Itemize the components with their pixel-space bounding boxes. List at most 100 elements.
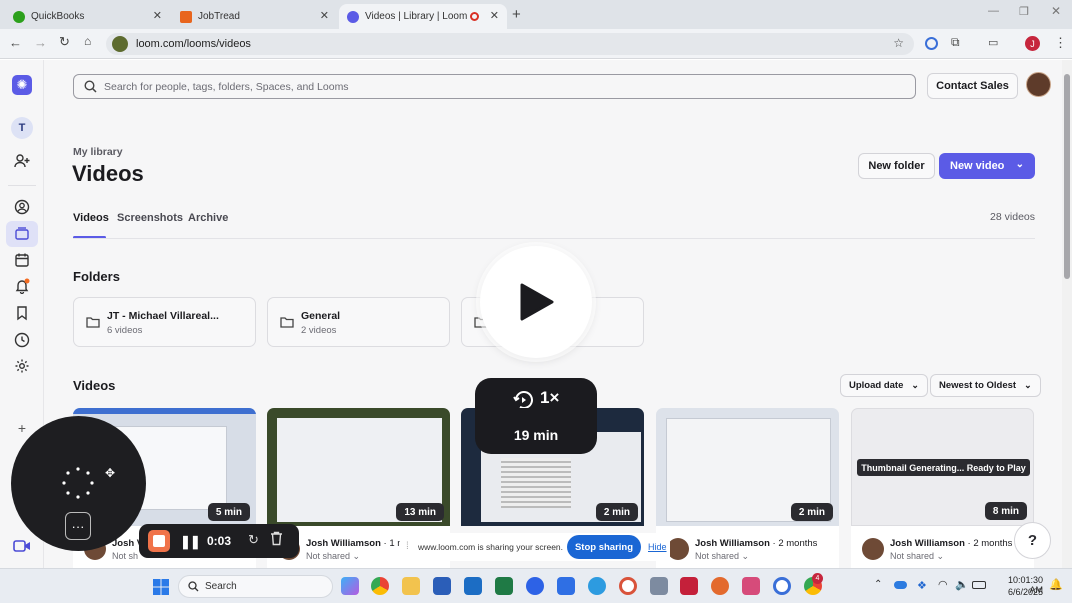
restart-icon[interactable]: ↻ [248,532,259,548]
address-bar[interactable]: loom.com/looms/videos ☆ [106,33,914,55]
zoom-icon[interactable] [526,577,544,595]
volume-icon[interactable]: 🔈 [955,578,969,591]
video-thumbnail[interactable]: Thumbnail Generating... Ready to Play 8 … [851,408,1034,526]
camera-bubble[interactable]: ✥ ··· [11,416,146,551]
minimize-icon[interactable]: — [988,5,999,17]
excel-icon[interactable] [495,577,513,595]
word-icon[interactable] [433,577,451,595]
video-card[interactable]: 2 min Josh Williamson · 2 months Not sha… [656,408,839,568]
workspace-avatar[interactable]: T [11,117,33,139]
new-tab-icon[interactable]: + [512,6,521,23]
help-button[interactable]: ? [1014,522,1051,559]
share-status[interactable]: Not sh [112,551,138,561]
tab-quickbooks[interactable]: QuickBooks ✕ [5,4,170,29]
battery-icon[interactable] [972,581,986,589]
wifi-icon[interactable]: ◠ [938,578,948,591]
video-thumbnail[interactable]: 13 min [267,408,450,526]
share-status[interactable]: Not shared ⌄ [695,551,749,562]
tab-screenshots[interactable]: Screenshots [117,212,183,224]
tray-chevron-icon[interactable]: ⌃ [874,579,882,590]
chrome-icon[interactable] [371,577,389,595]
calendar-icon[interactable] [12,250,32,270]
cast-icon[interactable]: ▭ [988,36,998,49]
delete-icon[interactable] [270,531,283,546]
back-icon[interactable]: ← [9,35,22,50]
library-icon[interactable] [6,221,38,247]
home-icon[interactable]: ⌂ [84,34,91,48]
1password-icon[interactable] [773,577,791,595]
share-status[interactable]: Not shared ⌄ [890,551,944,562]
app-icon[interactable] [711,577,729,595]
tab-jobtread[interactable]: JobTread ✕ [172,4,337,29]
pause-button[interactable]: ❚❚ [180,534,201,550]
contact-sales-button[interactable]: Contact Sales [927,73,1018,99]
stop-sharing-button[interactable]: Stop sharing [567,535,641,559]
settings-icon[interactable] [12,356,32,376]
tab-archive[interactable]: Archive [188,212,228,224]
folder-card[interactable]: General 2 videos [267,297,450,347]
new-video-button[interactable]: New video ⌄ [939,153,1035,179]
history-icon[interactable] [12,330,32,350]
record-icon[interactable] [6,534,38,558]
playback-speed-card[interactable]: 1× 19 min [475,378,597,454]
folder-card[interactable]: JT - Michael Villareal... 6 videos [73,297,256,347]
invite-icon[interactable] [12,151,32,171]
close-icon[interactable]: ✕ [153,9,162,22]
loom-logo-icon[interactable]: ✺ [12,75,32,95]
video-thumbnail[interactable]: 2 min [656,408,839,526]
close-window-icon[interactable]: ✕ [1051,4,1061,18]
new-video-label: New video [950,160,1005,172]
mcafee-icon[interactable] [680,577,698,595]
browser-menu-icon[interactable]: ⋮ [1054,35,1067,51]
forward-icon[interactable]: → [34,35,47,50]
bookmark-star-icon[interactable]: ☆ [893,36,904,50]
profile-icon[interactable] [12,197,32,217]
share-status[interactable]: Not shared ⌄ [306,551,360,562]
clock-date[interactable]: 6/6/2025 [993,587,1043,597]
password-manager-icon[interactable] [925,37,938,50]
outlook-icon[interactable] [464,577,482,595]
extensions-icon[interactable]: ⧉ [951,35,960,50]
sort-order-select[interactable]: Newest to Oldest ⌄ [930,374,1041,397]
edge-icon[interactable] [588,577,606,595]
taskbar-search-label: Search [205,581,237,592]
copilot-icon[interactable] [341,577,359,595]
bookmark-icon[interactable] [12,303,32,323]
file-explorer-icon[interactable] [402,577,420,595]
page-scrollbar[interactable] [1062,60,1072,568]
close-icon[interactable]: ✕ [490,9,499,22]
restore-icon[interactable]: ❐ [1019,5,1029,18]
notification-center-icon[interactable]: 🔔 [1049,578,1063,591]
video-length: 19 min [513,427,559,443]
tab-loom[interactable]: Videos | Library | Loom ✕ [339,4,507,29]
hide-link[interactable]: Hide [648,542,667,552]
search-input[interactable]: Search for people, tags, folders, Spaces… [73,74,916,99]
app-icon[interactable] [742,577,760,595]
plus-icon[interactable]: + [12,418,32,438]
more-options-icon[interactable]: ··· [65,512,91,540]
url-text: loom.com/looms/videos [136,38,251,50]
recording-app-icon[interactable] [619,577,637,595]
onedrive-icon[interactable] [894,581,907,589]
sort-field-select[interactable]: Upload date ⌄ [840,374,928,397]
new-folder-button[interactable]: New folder [858,153,935,179]
taskbar-search[interactable]: Search [178,575,333,598]
video-card[interactable]: Thumbnail Generating... Ready to Play 8 … [851,408,1034,568]
dropbox-tray-icon[interactable]: ❖ [917,579,927,592]
close-icon[interactable]: ✕ [320,9,329,22]
scrollbar-thumb[interactable] [1064,74,1070,279]
reload-icon[interactable]: ↻ [59,34,70,50]
user-avatar[interactable] [1026,72,1051,97]
dropbox-icon[interactable] [557,577,575,595]
calculator-icon[interactable] [650,577,668,595]
move-icon[interactable]: ✥ [105,466,115,480]
play-button[interactable] [480,246,592,358]
site-info-icon[interactable] [112,36,128,52]
profile-avatar[interactable]: J [1025,36,1040,51]
tab-videos[interactable]: Videos [73,212,109,224]
notifications-icon[interactable] [12,276,32,296]
stop-recording-button[interactable] [148,530,170,552]
windows-start-icon[interactable] [153,579,169,595]
drag-handle-icon[interactable]: ⁞ [406,541,409,552]
breadcrumb[interactable]: My library [73,146,123,158]
